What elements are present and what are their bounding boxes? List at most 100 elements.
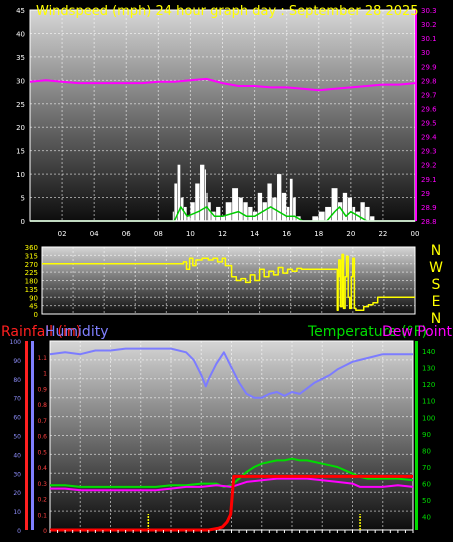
temperature-y-tick-label: 60	[422, 481, 431, 489]
windspeed-bar	[225, 202, 232, 221]
windspeed-bar	[281, 192, 287, 221]
wind-y-tick-label: 30	[16, 77, 25, 85]
rain-y-tick-label: 0.2	[37, 497, 47, 504]
wind-y-tick-label: 0	[21, 218, 25, 226]
wind-y-tick-label: 10	[16, 171, 25, 179]
wind-x-tick-label: 12	[218, 230, 227, 238]
temperature-axis-bar	[415, 341, 418, 530]
pressure-y-tick-label: 28.9	[421, 204, 437, 212]
humidity-y-tick-label: 70	[13, 396, 21, 403]
windspeed-bar	[347, 197, 352, 221]
rain-y-tick-label: 0	[43, 528, 47, 535]
pressure-y-tick-label: 30	[421, 49, 430, 57]
temperature-y-tick-label: 120	[422, 381, 435, 389]
windspeed-bar	[365, 206, 370, 221]
wind-x-tick-label: 04	[90, 230, 99, 238]
weather-graph: 0 5 10 15 20 25 30 35 40 45 28.8 28.9 29 29.1 29.2 29.3…	[0, 0, 453, 538]
pressure-y-tick-label: 29.5	[421, 120, 437, 128]
rain-y-tick-label: 0.7	[37, 418, 47, 425]
pressure-y-tick-label: 29.4	[421, 134, 437, 142]
humidity-y-tick-label: 30	[13, 471, 21, 478]
pressure-y-tick-label: 29.2	[421, 162, 437, 170]
dew-point-label: Dew Point	[382, 324, 453, 340]
windspeed-bar	[277, 174, 282, 221]
humidity-axis-bar	[31, 341, 34, 530]
pressure-y-tick-label: 29.7	[421, 91, 437, 99]
windspeed-bar	[286, 206, 290, 221]
compass-label: S	[432, 277, 441, 293]
wind-y-tick-label: 5	[21, 195, 25, 203]
humidity-y-tick-label: 60	[13, 415, 21, 422]
temperature-y-tick-label: 110	[422, 398, 435, 406]
compass-label: E	[432, 294, 441, 310]
windspeed-bar	[204, 169, 206, 221]
wind-y-tick-label: 35	[16, 54, 25, 62]
windspeed-bar	[238, 197, 243, 221]
direction-y-tick-label: 270	[25, 261, 38, 269]
rain-y-tick-label: 1	[43, 371, 47, 378]
direction-y-tick-label: 315	[25, 252, 38, 260]
humidity-y-tick-label: 40	[13, 452, 21, 459]
windspeed-bar	[243, 202, 248, 221]
wind-y-tick-label: 25	[16, 101, 25, 109]
rain-y-tick-label: 0.3	[37, 481, 47, 488]
wind-y-tick-label: 20	[16, 124, 25, 132]
compass-label: N	[431, 243, 441, 259]
pressure-y-tick-label: 29.1	[421, 176, 437, 184]
windspeed-bar	[338, 202, 343, 221]
wind-x-tick-label: 08	[154, 230, 163, 238]
wind-y-tick-label: 15	[16, 148, 25, 156]
chart-title: Windspeed (mph) 24 hour graph day : Sept…	[36, 4, 419, 19]
wind-x-tick-label: 18	[314, 230, 323, 238]
windspeed-bar	[172, 211, 174, 221]
wind-x-tick-label: 06	[122, 230, 131, 238]
temperature-y-tick-label: 130	[422, 365, 435, 373]
direction-y-tick-label: 90	[29, 294, 38, 302]
compass-label: W	[429, 260, 443, 276]
direction-y-tick-label: 135	[25, 286, 38, 294]
windspeed-bar	[232, 188, 239, 221]
direction-y-tick-label: 45	[29, 303, 38, 311]
pressure-y-tick-label: 29.8	[421, 77, 437, 85]
rain-y-tick-label: 0.6	[37, 434, 47, 441]
pressure-y-tick-label: 29	[421, 190, 430, 198]
windspeed-bar	[257, 192, 263, 221]
pressure-y-tick-label: 30.3	[421, 7, 437, 15]
direction-y-tick-label: 225	[25, 269, 38, 277]
windspeed-bar	[318, 211, 325, 221]
pressure-y-tick-label: 29.9	[421, 63, 437, 71]
wind-y-tick-label: 45	[16, 7, 25, 15]
rain-y-tick-label: 0.1	[37, 512, 47, 519]
humidity-y-tick-label: 90	[13, 358, 21, 365]
direction-y-tick-label: 360	[25, 244, 38, 252]
rain-y-tick-label: 0.9	[37, 386, 47, 393]
temperature-y-tick-label: 100	[422, 414, 435, 422]
temperature-y-tick-label: 70	[422, 464, 431, 472]
pressure-y-tick-label: 28.8	[421, 218, 437, 226]
windspeed-bar	[248, 206, 253, 221]
weather-chart-svg: 05101520253035404528.828.92929.129.229.3…	[1, 4, 453, 535]
rain-y-tick-label: 0.5	[37, 449, 47, 456]
rain-y-tick-label: 0.4	[37, 465, 47, 472]
temperature-y-tick-label: 50	[422, 497, 431, 505]
wind-x-tick-label: 20	[346, 230, 355, 238]
temperature-y-tick-label: 90	[422, 431, 431, 439]
windspeed-bar	[289, 178, 293, 221]
wind-x-tick-label: 00	[411, 230, 420, 238]
humidity-y-tick-label: 0	[17, 528, 21, 535]
wind-x-tick-label: 02	[58, 230, 67, 238]
humidity-y-tick-label: 10	[13, 509, 21, 516]
pressure-y-tick-label: 30.2	[421, 21, 437, 29]
wind-x-tick-label: 22	[378, 230, 387, 238]
wind-x-tick-label: 16	[282, 230, 291, 238]
rain-y-tick-label: 1.1	[37, 355, 47, 362]
rain-axis-bar	[25, 341, 28, 530]
wind-x-tick-label: 14	[250, 230, 259, 238]
pressure-y-tick-label: 29.6	[421, 105, 437, 113]
humidity-y-tick-label: 100	[10, 339, 22, 346]
humidity-y-tick-label: 20	[13, 490, 21, 497]
windspeed-bar	[267, 183, 272, 221]
temperature-y-tick-label: 80	[422, 447, 431, 455]
temperature-y-tick-label: 140	[422, 348, 435, 356]
windspeed-bar	[216, 206, 221, 221]
